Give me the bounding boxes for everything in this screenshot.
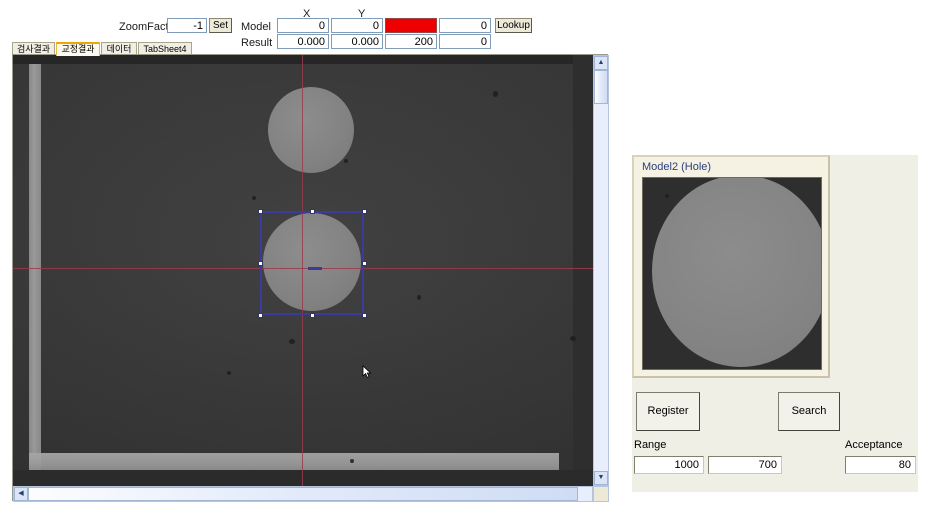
lookup-button[interactable]: Lookup bbox=[495, 18, 532, 33]
model-panel: Model2 (Hole) Register Search Range Acce… bbox=[632, 155, 918, 492]
top-toolbar: ZoomFactor -1 Set X Y Model 0 0 0 Lookup… bbox=[0, 0, 926, 49]
hole-feature-upper bbox=[268, 87, 354, 173]
horizontal-scrollbar[interactable]: ◀ bbox=[13, 486, 593, 502]
model-preview-image[interactable] bbox=[642, 177, 822, 370]
image-viewer[interactable]: ▲ ▼ ◀ bbox=[12, 54, 609, 502]
model-preview-hole bbox=[652, 178, 821, 367]
image-horizontal-rail bbox=[29, 453, 559, 470]
model-y-input[interactable]: 0 bbox=[331, 18, 383, 33]
vertical-scroll-thumb[interactable] bbox=[594, 70, 608, 104]
horizontal-scroll-thumb[interactable] bbox=[28, 487, 578, 501]
scrollbar-corner bbox=[593, 486, 609, 502]
image-speck bbox=[227, 371, 231, 375]
image-speck bbox=[570, 336, 576, 341]
set-button[interactable]: Set bbox=[209, 18, 232, 33]
image-speck bbox=[350, 459, 354, 463]
search-button[interactable]: Search bbox=[778, 392, 840, 431]
resize-handle-nw[interactable] bbox=[258, 209, 263, 214]
image-speck bbox=[344, 159, 348, 163]
selection-center-marker bbox=[308, 267, 322, 270]
model-groupbox-title: Model2 (Hole) bbox=[642, 161, 712, 173]
preview-speck bbox=[665, 194, 669, 198]
resize-handle-s[interactable] bbox=[310, 313, 315, 318]
image-speck bbox=[417, 295, 421, 300]
range-label: Range bbox=[634, 439, 667, 451]
resize-handle-ne[interactable] bbox=[362, 209, 367, 214]
image-bottom-band bbox=[13, 470, 593, 486]
resize-handle-w[interactable] bbox=[258, 261, 263, 266]
inspection-image[interactable] bbox=[13, 55, 593, 486]
range-input-2[interactable]: 700 bbox=[708, 456, 782, 474]
scroll-up-button[interactable]: ▲ bbox=[594, 56, 608, 70]
acceptance-label: Acceptance bbox=[845, 439, 903, 451]
image-speck bbox=[289, 339, 295, 344]
selection-rectangle[interactable] bbox=[258, 209, 367, 318]
zoomfactor-input[interactable]: -1 bbox=[167, 18, 207, 33]
model-x-input[interactable]: 0 bbox=[277, 18, 329, 33]
model-groupbox: Model2 (Hole) bbox=[632, 155, 830, 378]
vertical-scrollbar[interactable]: ▲ ▼ bbox=[593, 55, 609, 486]
resize-handle-e[interactable] bbox=[362, 261, 367, 266]
resize-handle-sw[interactable] bbox=[258, 313, 263, 318]
image-viewport[interactable] bbox=[13, 55, 593, 486]
range-input-1[interactable]: 1000 bbox=[634, 456, 704, 474]
image-speck bbox=[493, 91, 498, 97]
tab-calibration-result[interactable]: 교정결과 bbox=[56, 42, 100, 56]
model-score-input[interactable]: 0 bbox=[439, 18, 491, 33]
model-alarm-field[interactable] bbox=[385, 18, 437, 33]
image-top-band bbox=[13, 55, 593, 64]
resize-handle-se[interactable] bbox=[362, 313, 367, 318]
model-row-label: Model bbox=[241, 21, 271, 33]
scroll-left-button[interactable]: ◀ bbox=[14, 487, 28, 501]
register-button[interactable]: Register bbox=[636, 392, 700, 431]
image-right-band bbox=[573, 55, 593, 486]
mouse-cursor-icon bbox=[362, 365, 374, 379]
acceptance-input[interactable]: 80 bbox=[845, 456, 916, 474]
resize-handle-n[interactable] bbox=[310, 209, 315, 214]
image-vertical-rail bbox=[29, 64, 41, 486]
scroll-down-button[interactable]: ▼ bbox=[594, 471, 608, 485]
image-speck bbox=[252, 196, 256, 200]
